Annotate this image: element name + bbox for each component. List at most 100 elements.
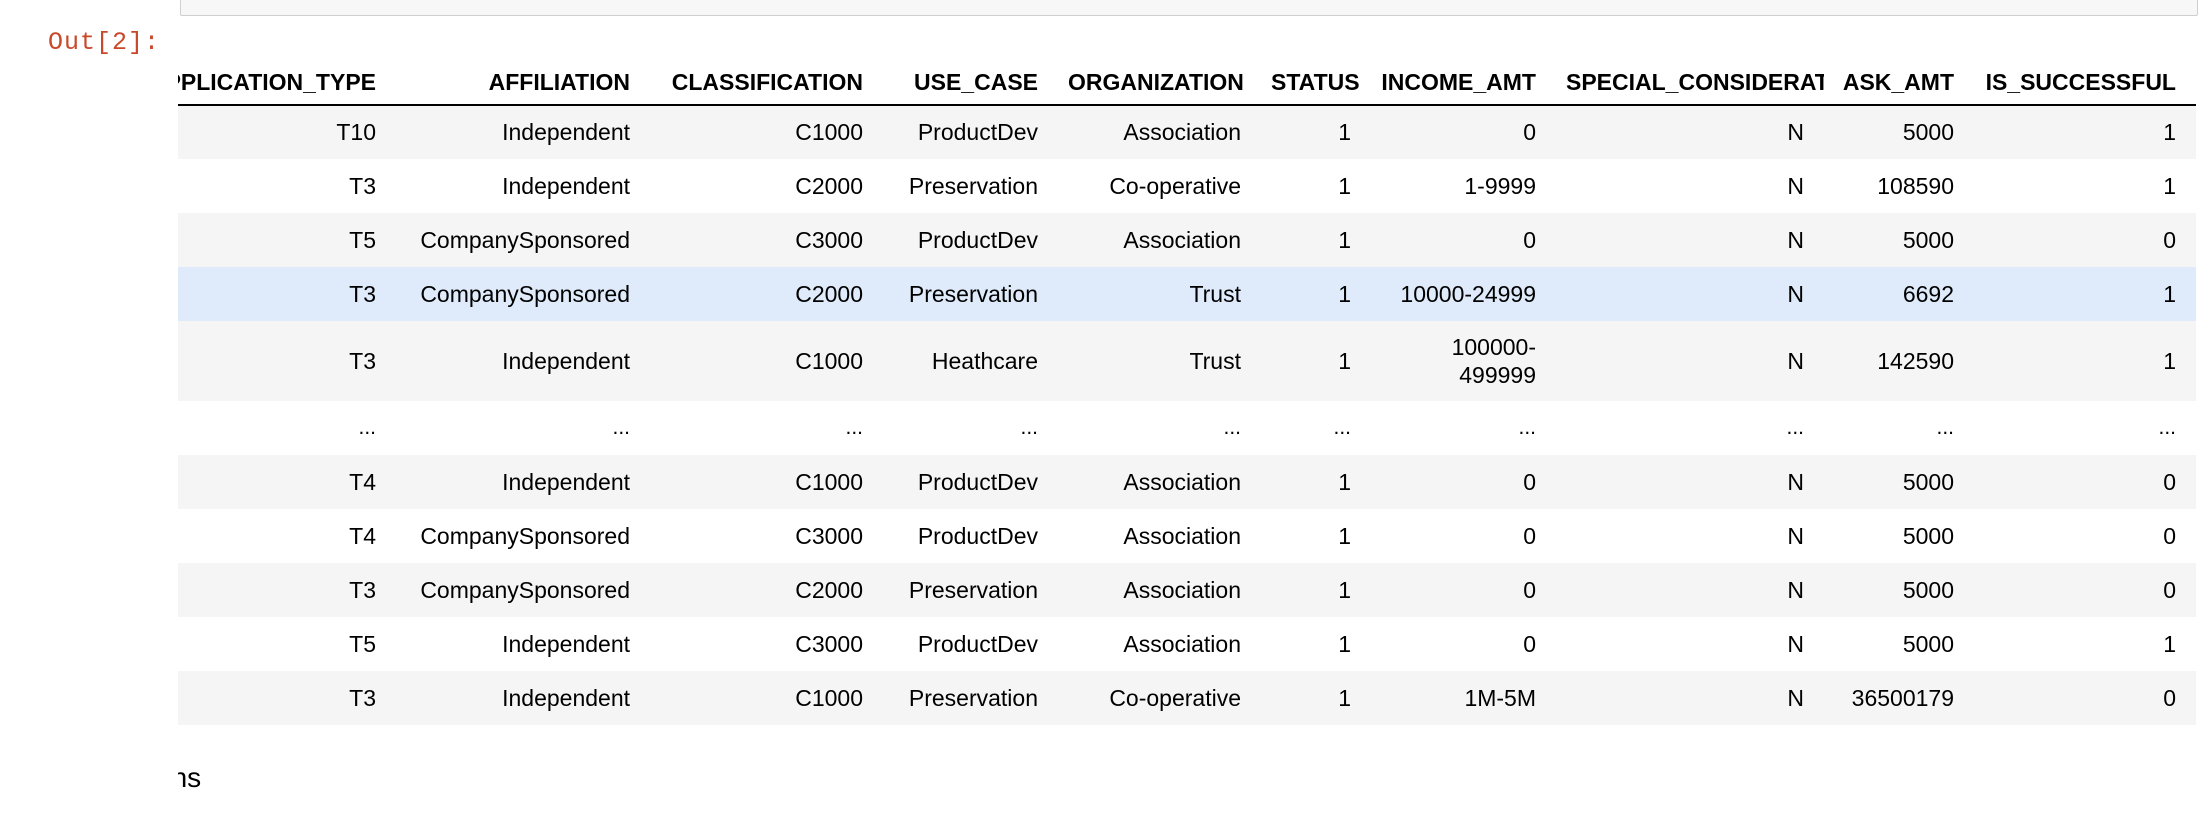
table-row: T5 Independent C3000 ProductDev Association 1… [178, 617, 2196, 671]
table-cell: C1000 [795, 119, 863, 145]
table-cell: 1 [1338, 172, 1351, 199]
shape-text: 10 columns [178, 762, 202, 793]
table-cell: CompanySponsored [420, 280, 630, 307]
table-cell: T3 [349, 280, 376, 307]
table-cell: N [1787, 684, 1804, 711]
table-cell: ... [1020, 416, 1038, 439]
table-cell: 5000 [1902, 468, 1954, 495]
table-cell: T3 [349, 172, 376, 199]
table-cell: CompanySponsored [420, 576, 630, 603]
table-cell: N [1787, 119, 1804, 145]
table-cell: 10000-24999 [1400, 280, 1536, 307]
table-cell: Co-operative [1109, 684, 1241, 711]
table-cell: 142590 [1877, 347, 1954, 374]
table-cell: T3 [349, 347, 376, 374]
table-cell: T5 [349, 226, 376, 253]
column-header: CLASSIFICATION [650, 58, 883, 106]
table-cell: 0 [1523, 522, 1536, 549]
table-cell: N [1787, 468, 1804, 495]
table-cell: Trust [1189, 347, 1241, 374]
table-row: T3 CompanySponsored C2000 Preservation Trust… [178, 267, 2196, 321]
table-cell: ProductDev [917, 630, 1038, 657]
table-row: T3 CompanySponsored C2000 Preservation Assoc… [178, 563, 2196, 617]
table-cell: 1 [1338, 468, 1351, 495]
table-cell: Association [1123, 576, 1241, 603]
table-cell: ... [612, 416, 630, 439]
table-cell: Association [1123, 226, 1241, 253]
table-row: T10 Independent C1000 ProductDev Association… [178, 105, 2196, 159]
table-cell: Preservation [908, 172, 1038, 199]
column-header: STATUS [1261, 58, 1371, 106]
table-cell: T3 [349, 684, 376, 711]
column-header: SPECIAL_CONSIDERATIONS [1556, 58, 1824, 106]
table-row: T4 CompanySponsored C3000 ProductDev Associa… [178, 509, 2196, 563]
table-cell: 1 [1338, 280, 1351, 307]
table-cell: T10 [336, 119, 376, 145]
table-cell: 1 [1338, 522, 1351, 549]
table-cell: 0 [1523, 226, 1536, 253]
table-cell: 1 [1338, 119, 1351, 145]
dataframe-table: APPLICATION_TYPE AFFILIATION CLASSIFICAT… [178, 58, 2196, 725]
table-cell: C1000 [795, 684, 863, 711]
table-cell: 0 [2163, 522, 2176, 549]
table-cell: ... [1786, 416, 1804, 439]
table-cell: N [1787, 576, 1804, 603]
table-cell: 0 [1523, 468, 1536, 495]
table-cell: 5000 [1902, 576, 1954, 603]
table-cell: Independent [502, 468, 630, 495]
table-cell: Co-operative [1109, 172, 1241, 199]
table-cell: C2000 [795, 172, 863, 199]
table-cell: 100000-499999 [1451, 334, 1536, 388]
table-cell: 1 [2163, 280, 2176, 307]
output-prompt: Out[2]: [48, 28, 161, 57]
table-cell: CompanySponsored [420, 522, 630, 549]
table-cell: CompanySponsored [420, 226, 630, 253]
table-cell: Association [1123, 468, 1241, 495]
column-header: IS_SUCCESSFUL [1974, 58, 2196, 106]
table-cell: Independent [502, 119, 630, 145]
table-cell: 6692 [1902, 280, 1954, 307]
table-cell: Independent [502, 684, 630, 711]
table-row: T3 Independent C2000 Preservation Co-operati… [178, 159, 2196, 213]
table-cell: ProductDev [917, 522, 1038, 549]
table-cell: C2000 [795, 576, 863, 603]
table-cell: ProductDev [917, 119, 1038, 145]
table-cell: 1 [2163, 119, 2176, 145]
column-header: ORGANIZATION [1058, 58, 1261, 106]
table-cell: ... [1936, 416, 1954, 439]
column-header: USE_CASE [883, 58, 1058, 106]
table-cell: C3000 [795, 226, 863, 253]
table-cell: 5000 [1902, 630, 1954, 657]
table-cell: 1 [1338, 347, 1351, 374]
table-row: T3 Independent C1000 Heathcare Trust 1 100000-… [178, 321, 2196, 401]
dataframe-scroll-area[interactable]: APPLICATION_TYPE AFFILIATION CLASSIFICAT… [178, 0, 2196, 740]
table-cell: T3 [349, 576, 376, 603]
table-cell: N [1787, 280, 1804, 307]
table-cell: ... [845, 416, 863, 439]
table-cell: C3000 [795, 522, 863, 549]
table-cell: 1 [1338, 226, 1351, 253]
table-cell: 1 [1338, 630, 1351, 657]
table-cell: 0 [2163, 576, 2176, 603]
output-area[interactable]: APPLICATION_TYPE AFFILIATION CLASSIFICAT… [178, 0, 2196, 831]
table-cell: ... [2158, 416, 2176, 439]
table-cell: ProductDev [917, 226, 1038, 253]
column-header: AFFILIATION [396, 58, 650, 106]
table-cell: T4 [349, 522, 376, 549]
table-cell: T5 [349, 630, 376, 657]
table-cell: N [1787, 522, 1804, 549]
header-row: APPLICATION_TYPE AFFILIATION CLASSIFICAT… [178, 58, 2196, 106]
table-cell: N [1787, 347, 1804, 374]
table-cell: Association [1123, 522, 1241, 549]
table-cell: 0 [2163, 684, 2176, 711]
table-cell: ... [358, 416, 376, 439]
table-cell: 1M-5M [1464, 684, 1536, 711]
table-cell: 1 [2163, 347, 2176, 374]
table-row: T5 CompanySponsored C3000 ProductDev Associa… [178, 213, 2196, 267]
table-cell: 0 [2163, 226, 2176, 253]
table-cell: C1000 [795, 468, 863, 495]
table-cell: 0 [1523, 576, 1536, 603]
table-cell: Independent [502, 630, 630, 657]
column-header: INCOME_AMT [1371, 58, 1556, 106]
column-header: ASK_AMT [1824, 58, 1974, 106]
